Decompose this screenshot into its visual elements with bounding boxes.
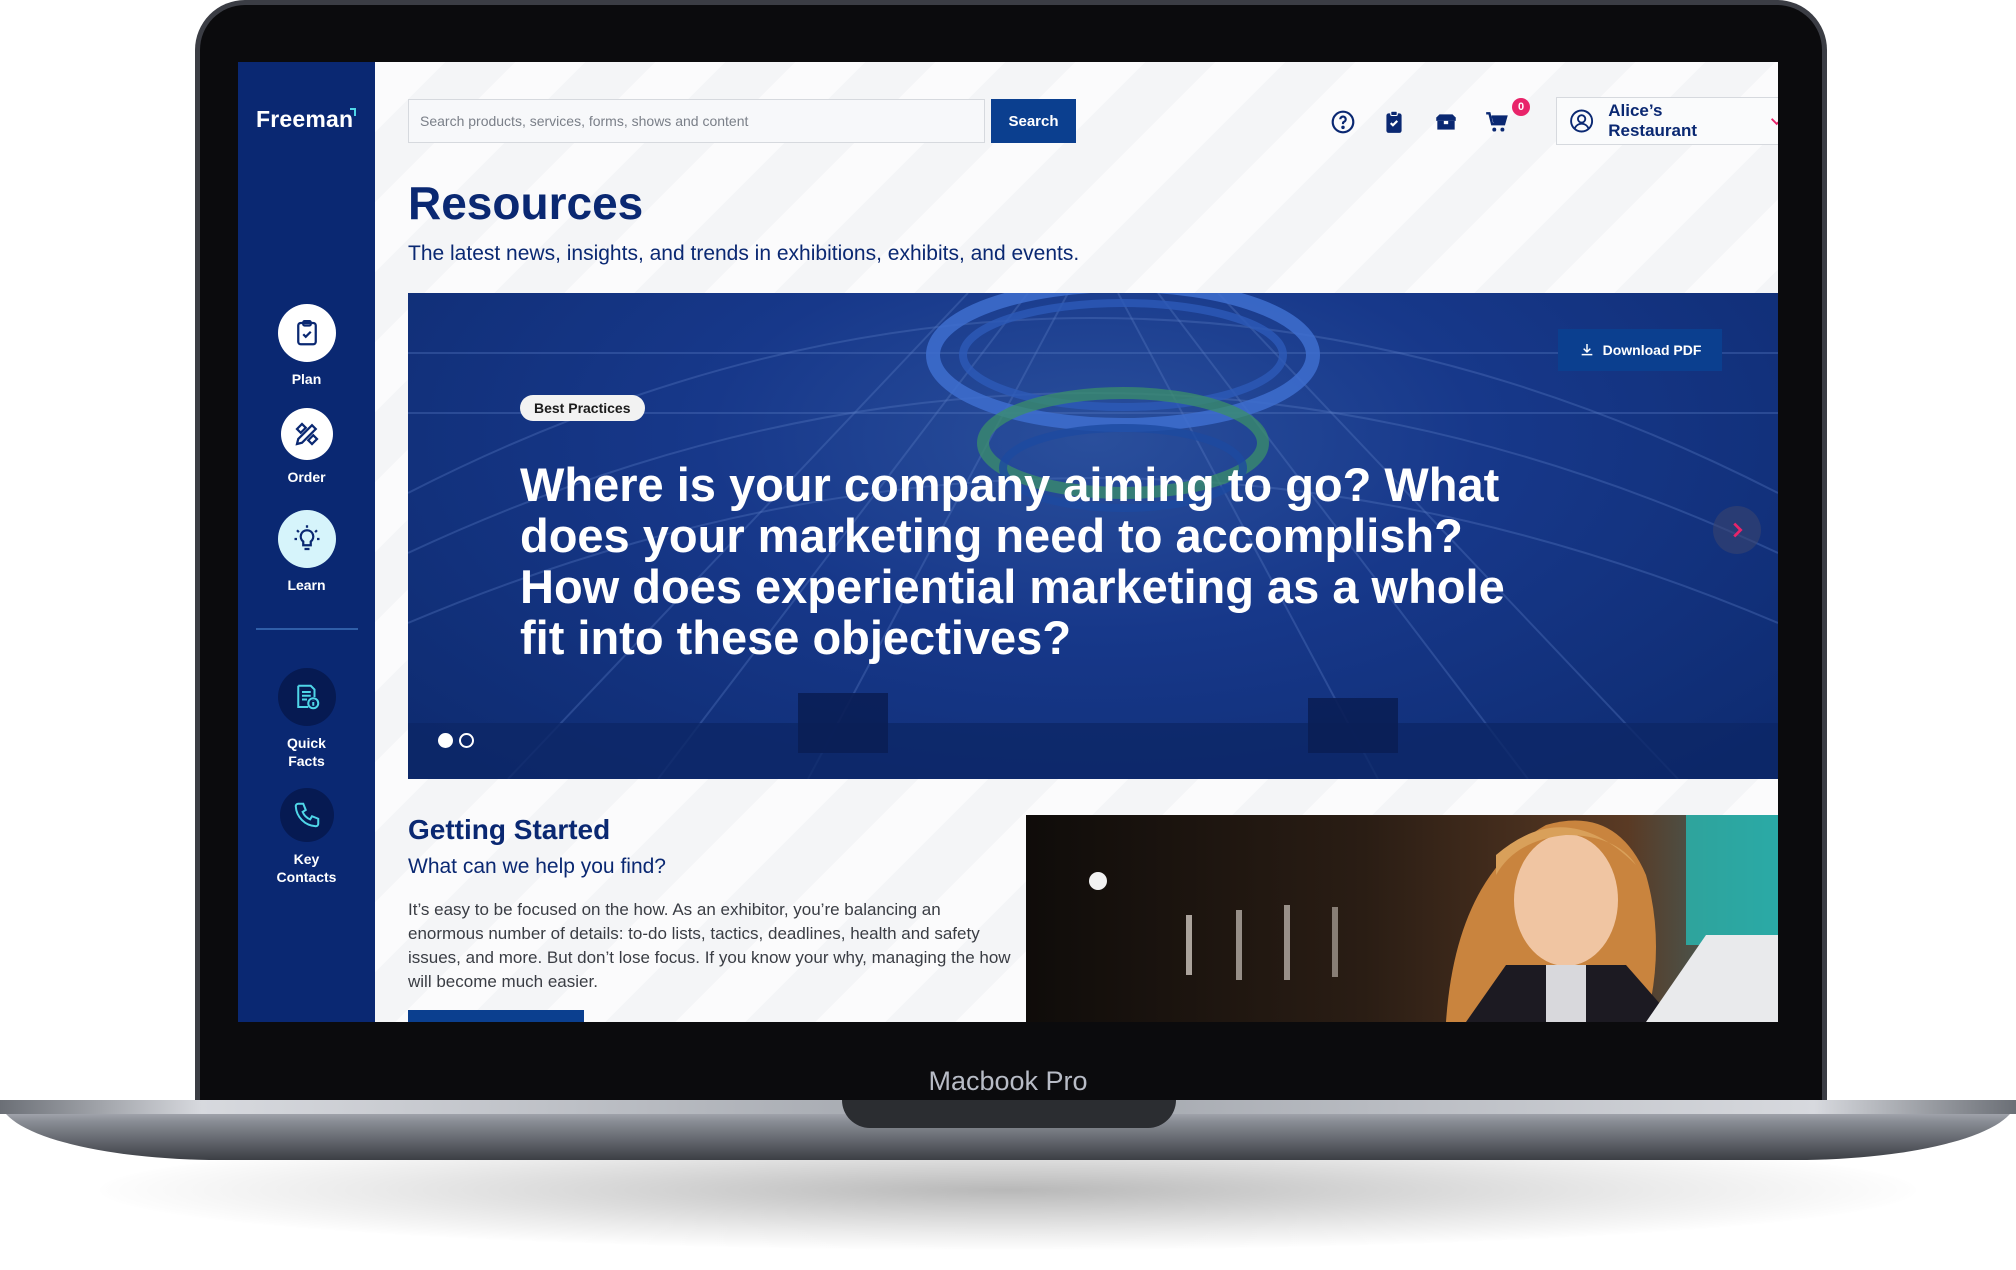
- cart-count-badge: 0: [1512, 98, 1530, 116]
- account-menu-button[interactable]: Alice’s Restaurant: [1556, 97, 1778, 145]
- help-icon[interactable]: [1327, 106, 1359, 138]
- sidebar-item-key-contacts[interactable]: Key Contacts: [238, 788, 375, 886]
- getting-started-title: Getting Started: [408, 814, 611, 845]
- sidebar-item-learn[interactable]: Learn: [238, 510, 375, 594]
- hero-carousel[interactable]: Download PDF Best Practices Where is you…: [408, 293, 1778, 779]
- lightbulb-icon: [277, 510, 336, 568]
- freeman-logo[interactable]: Freeman: [256, 106, 353, 133]
- sidebar: Freeman Plan Order Learn Quick Facts Key…: [238, 62, 375, 1022]
- hero-headline[interactable]: Where is your company aiming to go? What…: [520, 459, 1540, 663]
- device-label: Macbook Pro: [928, 1066, 1088, 1096]
- sidebar-item-plan[interactable]: Plan: [238, 304, 375, 388]
- screen: Freeman Plan Order Learn Quick Facts Key…: [238, 62, 1778, 1022]
- user-icon: [1570, 109, 1594, 133]
- sidebar-item-label: Contacts: [276, 869, 337, 885]
- sidebar-item-label: Plan: [291, 371, 322, 387]
- sidebar-item-label: Learn: [287, 577, 326, 593]
- sidebar-item-label: Order: [287, 469, 326, 485]
- phone-icon: [279, 788, 334, 842]
- clipboard-icon[interactable]: [1378, 106, 1410, 138]
- hero-category-tag: Best Practices: [520, 395, 645, 421]
- sidebar-item-order[interactable]: Order: [238, 408, 375, 486]
- document-info-icon: [277, 668, 336, 726]
- sidebar-divider: [256, 628, 358, 630]
- carousel-dot-1[interactable]: [438, 733, 453, 748]
- box-icon[interactable]: [1430, 106, 1462, 138]
- sidebar-item-label: Quick: [287, 735, 326, 751]
- getting-started-photo: [1026, 815, 1778, 1022]
- cart-icon[interactable]: [1481, 106, 1513, 138]
- search-button[interactable]: Search: [991, 99, 1076, 143]
- logo-mark-icon: [350, 108, 356, 116]
- laptop-notch: [842, 1100, 1176, 1128]
- getting-started-button[interactable]: [408, 1010, 584, 1022]
- carousel-next-button[interactable]: [1713, 506, 1761, 554]
- page-subtitle: The latest news, insights, and trends in…: [408, 242, 1080, 265]
- clipboard-check-icon: [277, 304, 336, 362]
- main-content: Search 0 Alice’s Restaurant Resources Th…: [375, 62, 1778, 1022]
- download-icon: [1581, 344, 1592, 356]
- search-input[interactable]: [408, 99, 985, 143]
- carousel-dot-2[interactable]: [459, 733, 474, 748]
- pencil-ruler-icon: [280, 408, 333, 460]
- sidebar-item-quick-facts[interactable]: Quick Facts: [238, 668, 375, 770]
- chevron-down-icon: [1770, 118, 1778, 126]
- woman-with-laptop-image: [1026, 815, 1778, 1022]
- download-pdf-label: Download PDF: [1602, 342, 1702, 358]
- page-title: Resources: [408, 177, 644, 229]
- getting-started-body: It’s easy to be focused on the how. As a…: [408, 900, 1011, 991]
- chevron-right-icon: [1733, 522, 1743, 538]
- sidebar-item-label: Key: [293, 851, 320, 867]
- account-name: Alice’s Restaurant: [1608, 101, 1698, 140]
- sidebar-item-label: Facts: [288, 753, 325, 769]
- getting-started-subtitle: What can we help you find?: [408, 855, 666, 878]
- download-pdf-button[interactable]: Download PDF: [1558, 329, 1722, 371]
